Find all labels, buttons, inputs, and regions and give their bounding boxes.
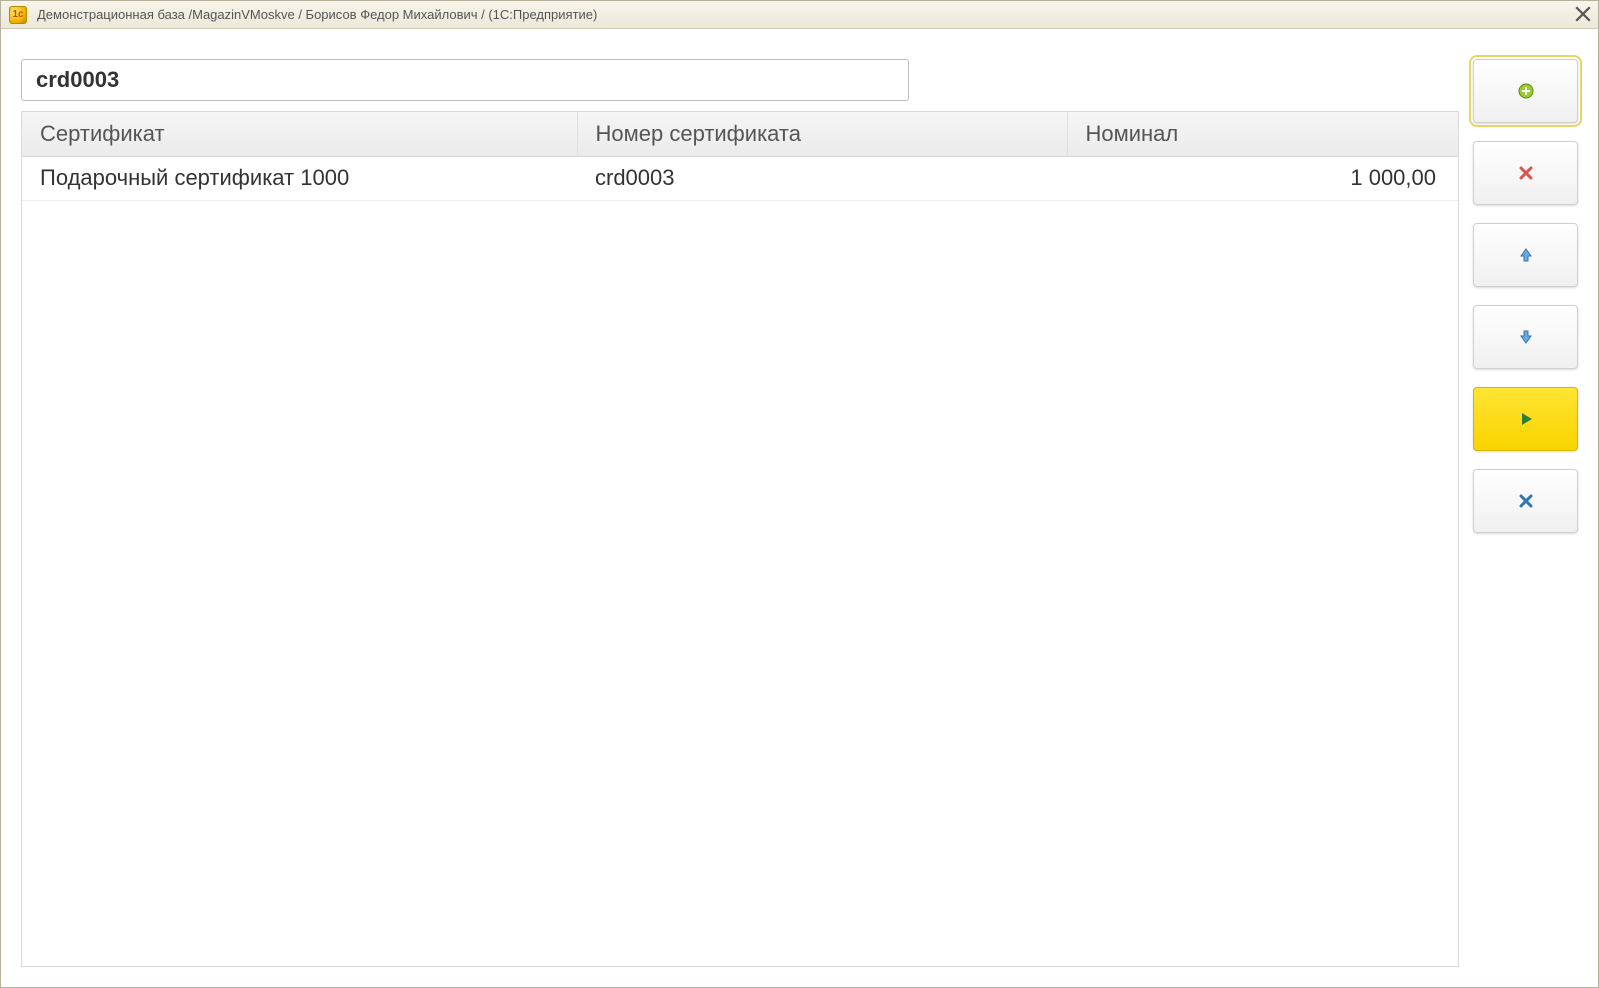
remove-button[interactable] xyxy=(1473,141,1578,205)
col-nominal[interactable]: Номинал xyxy=(1067,112,1458,156)
window-close-button[interactable] xyxy=(1574,5,1592,23)
app-1c-icon: 1c xyxy=(9,6,27,24)
col-number[interactable]: Номер сертификата xyxy=(577,112,1067,156)
window-title: Демонстрационная база /MagazinVMoskve / … xyxy=(37,7,597,22)
cell-nominal: 1 000,00 xyxy=(1067,156,1458,200)
add-button[interactable] xyxy=(1473,59,1578,123)
arrow-up-icon xyxy=(1517,246,1535,264)
window: 1c Демонстрационная база /MagazinVMoskve… xyxy=(0,0,1599,988)
col-certificate[interactable]: Сертификат xyxy=(22,112,577,156)
close-icon xyxy=(1574,5,1592,23)
title-bar: 1c Демонстрационная база /MagazinVMoskve… xyxy=(1,1,1598,29)
x-blue-icon xyxy=(1517,492,1535,510)
certificate-table: Сертификат Номер сертификата Номинал Под… xyxy=(21,111,1459,967)
plus-circle-icon xyxy=(1517,82,1535,100)
cell-number: crd0003 xyxy=(577,156,1067,200)
move-up-button[interactable] xyxy=(1473,223,1578,287)
search-input[interactable] xyxy=(21,59,909,101)
right-toolbar xyxy=(1473,59,1578,967)
table-header-row: Сертификат Номер сертификата Номинал xyxy=(22,112,1458,156)
x-red-icon xyxy=(1517,164,1535,182)
cell-certificate: Подарочный сертификат 1000 xyxy=(22,156,577,200)
cancel-button[interactable] xyxy=(1473,469,1578,533)
left-pane: Сертификат Номер сертификата Номинал Под… xyxy=(21,59,1459,967)
confirm-button[interactable] xyxy=(1473,387,1578,451)
play-icon xyxy=(1517,410,1535,428)
app-icon-text: 1c xyxy=(12,9,23,20)
table-row[interactable]: Подарочный сертификат 1000 crd0003 1 000… xyxy=(22,156,1458,200)
client-area: Сертификат Номер сертификата Номинал Под… xyxy=(1,29,1598,987)
move-down-button[interactable] xyxy=(1473,305,1578,369)
arrow-down-icon xyxy=(1517,328,1535,346)
